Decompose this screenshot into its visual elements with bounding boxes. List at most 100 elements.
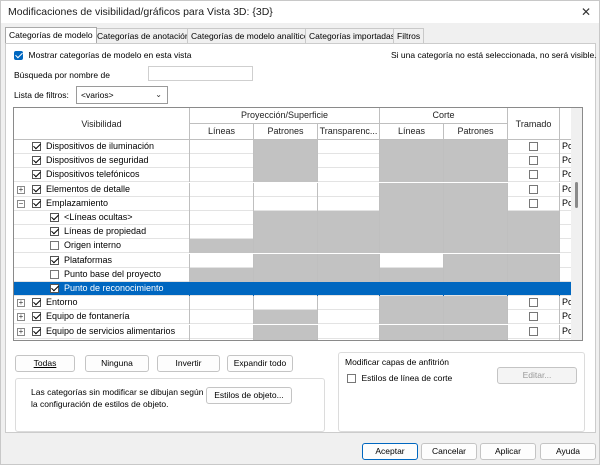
grid-cell[interactable]	[190, 211, 254, 225]
grid-cell[interactable]	[190, 324, 254, 339]
header-visibility[interactable]: Visibilidad	[14, 108, 190, 140]
row-visibility-checkbox[interactable]	[50, 227, 59, 237]
grid-cell[interactable]	[254, 267, 318, 282]
grid-cell[interactable]	[254, 225, 318, 240]
grid-cell[interactable]	[380, 338, 444, 340]
table-row[interactable]: + Equipo de servicios alimentarios Po	[14, 324, 573, 339]
halftone-checkbox[interactable]	[529, 198, 538, 208]
halftone-checkbox[interactable]	[529, 170, 538, 180]
grid-cell[interactable]	[444, 253, 508, 268]
grid-cell[interactable]	[318, 310, 380, 325]
grid-cell[interactable]	[318, 239, 380, 254]
search-input[interactable]	[148, 66, 253, 81]
grid-cell[interactable]	[508, 154, 560, 169]
grid-cell[interactable]	[444, 182, 508, 197]
table-row[interactable]: Punto base del proyecto	[14, 267, 572, 282]
grid-cell[interactable]	[508, 168, 560, 183]
grid-cell[interactable]	[380, 282, 444, 296]
row-visibility-checkbox[interactable]	[32, 326, 41, 336]
row-visibility-checkbox[interactable]	[32, 298, 41, 308]
grid-cell[interactable]	[508, 211, 560, 225]
grid-cell[interactable]	[508, 225, 560, 240]
grid-cell[interactable]	[508, 140, 560, 154]
grid-cell[interactable]	[444, 239, 508, 254]
row-visibility-checkbox[interactable]	[50, 213, 59, 222]
table-row[interactable]: +Equipo médicoPo	[14, 338, 573, 340]
grid-cell[interactable]	[190, 310, 254, 325]
grid-cell[interactable]	[190, 140, 254, 154]
grid-cell[interactable]	[190, 239, 254, 254]
select-all-button[interactable]: Todas	[15, 355, 75, 372]
grid-cell[interactable]	[444, 324, 508, 339]
grid-cell[interactable]	[318, 168, 380, 183]
row-visibility-checkbox[interactable]	[50, 255, 59, 265]
apply-button[interactable]: Aplicar	[480, 443, 536, 460]
grid-cell[interactable]	[444, 225, 508, 240]
object-styles-button[interactable]: Estilos de objeto...	[206, 387, 292, 404]
expand-icon[interactable]: +	[17, 327, 25, 336]
grid-cell[interactable]	[318, 324, 380, 339]
table-row[interactable]: + Entorno Po	[14, 296, 573, 311]
header-patterns[interactable]: Patrones	[254, 124, 318, 140]
grid-cell[interactable]	[380, 211, 444, 225]
grid-cell[interactable]	[508, 239, 560, 254]
grid-cell[interactable]	[380, 310, 444, 325]
cut-line-styles-row[interactable]: Estilos de línea de corte	[347, 373, 452, 384]
grid-cell[interactable]	[380, 140, 444, 154]
grid-cell[interactable]	[444, 211, 508, 225]
row-visibility-checkbox[interactable]	[32, 142, 41, 151]
table-row[interactable]: Dispositivos de iluminación Po	[14, 140, 573, 154]
grid-cell[interactable]	[318, 338, 380, 340]
select-none-button[interactable]: Ninguna	[85, 355, 149, 372]
grid-cell[interactable]	[190, 168, 254, 183]
accept-button[interactable]: Aceptar	[362, 443, 418, 460]
grid-scrollbar[interactable]	[571, 108, 582, 340]
table-row[interactable]: + Elementos de detalle Po	[14, 182, 573, 197]
grid-cell[interactable]	[318, 211, 380, 225]
grid-cell[interactable]	[380, 239, 444, 254]
row-visibility-checkbox[interactable]	[50, 241, 59, 251]
grid-cell[interactable]	[444, 338, 508, 340]
grid-cell[interactable]	[508, 182, 560, 197]
grid-cell[interactable]	[444, 282, 508, 296]
grid-cell[interactable]	[380, 296, 444, 311]
tab-annotation-categories[interactable]: Categorías de anotación	[93, 28, 194, 43]
grid-cell[interactable]	[318, 296, 380, 311]
header-cut-patterns[interactable]: Patrones	[444, 124, 508, 140]
grid-cell[interactable]	[318, 253, 380, 268]
filter-list-select[interactable]: <varios> ⌄	[76, 86, 168, 104]
table-row[interactable]: Líneas de propiedad	[14, 225, 572, 240]
grid-cell[interactable]	[508, 324, 560, 339]
grid-cell[interactable]	[508, 310, 560, 325]
grid-cell[interactable]	[318, 267, 380, 282]
grid-cell[interactable]	[318, 282, 380, 296]
halftone-checkbox[interactable]	[529, 312, 538, 322]
grid-cell[interactable]	[318, 140, 380, 154]
show-categories-checkbox[interactable]	[14, 51, 23, 61]
grid-cell[interactable]	[254, 140, 318, 154]
grid-cell[interactable]	[318, 196, 380, 211]
grid-cell[interactable]	[444, 154, 508, 169]
grid-cell[interactable]	[380, 196, 444, 211]
close-icon[interactable]: ✕	[577, 3, 595, 21]
header-transparency[interactable]: Transparenc...	[318, 124, 380, 140]
row-visibility-checkbox[interactable]	[32, 312, 41, 322]
grid-cell[interactable]	[190, 282, 254, 296]
grid-cell[interactable]	[380, 168, 444, 183]
grid-cell[interactable]	[508, 267, 560, 282]
grid-cell[interactable]	[508, 282, 560, 296]
grid-cell[interactable]	[254, 196, 318, 211]
header-cut-lines[interactable]: Líneas	[380, 124, 444, 140]
table-row[interactable]: + Equipo de fontanería Po	[14, 310, 573, 325]
grid-cell[interactable]	[254, 296, 318, 311]
grid-cell[interactable]	[508, 296, 560, 311]
expand-icon[interactable]: +	[17, 299, 25, 308]
table-row[interactable]: − Emplazamiento Po	[14, 196, 573, 211]
table-row[interactable]: <Líneas ocultas>	[14, 211, 572, 225]
show-categories-row[interactable]: Mostrar categorías de modelo en esta vis…	[14, 50, 192, 61]
invert-button[interactable]: Invertir	[157, 355, 220, 372]
tab-imported-categories[interactable]: Categorías importadas	[305, 28, 399, 43]
expand-icon[interactable]: +	[17, 185, 25, 194]
grid-cell[interactable]	[254, 211, 318, 225]
grid-cell[interactable]	[508, 338, 560, 340]
